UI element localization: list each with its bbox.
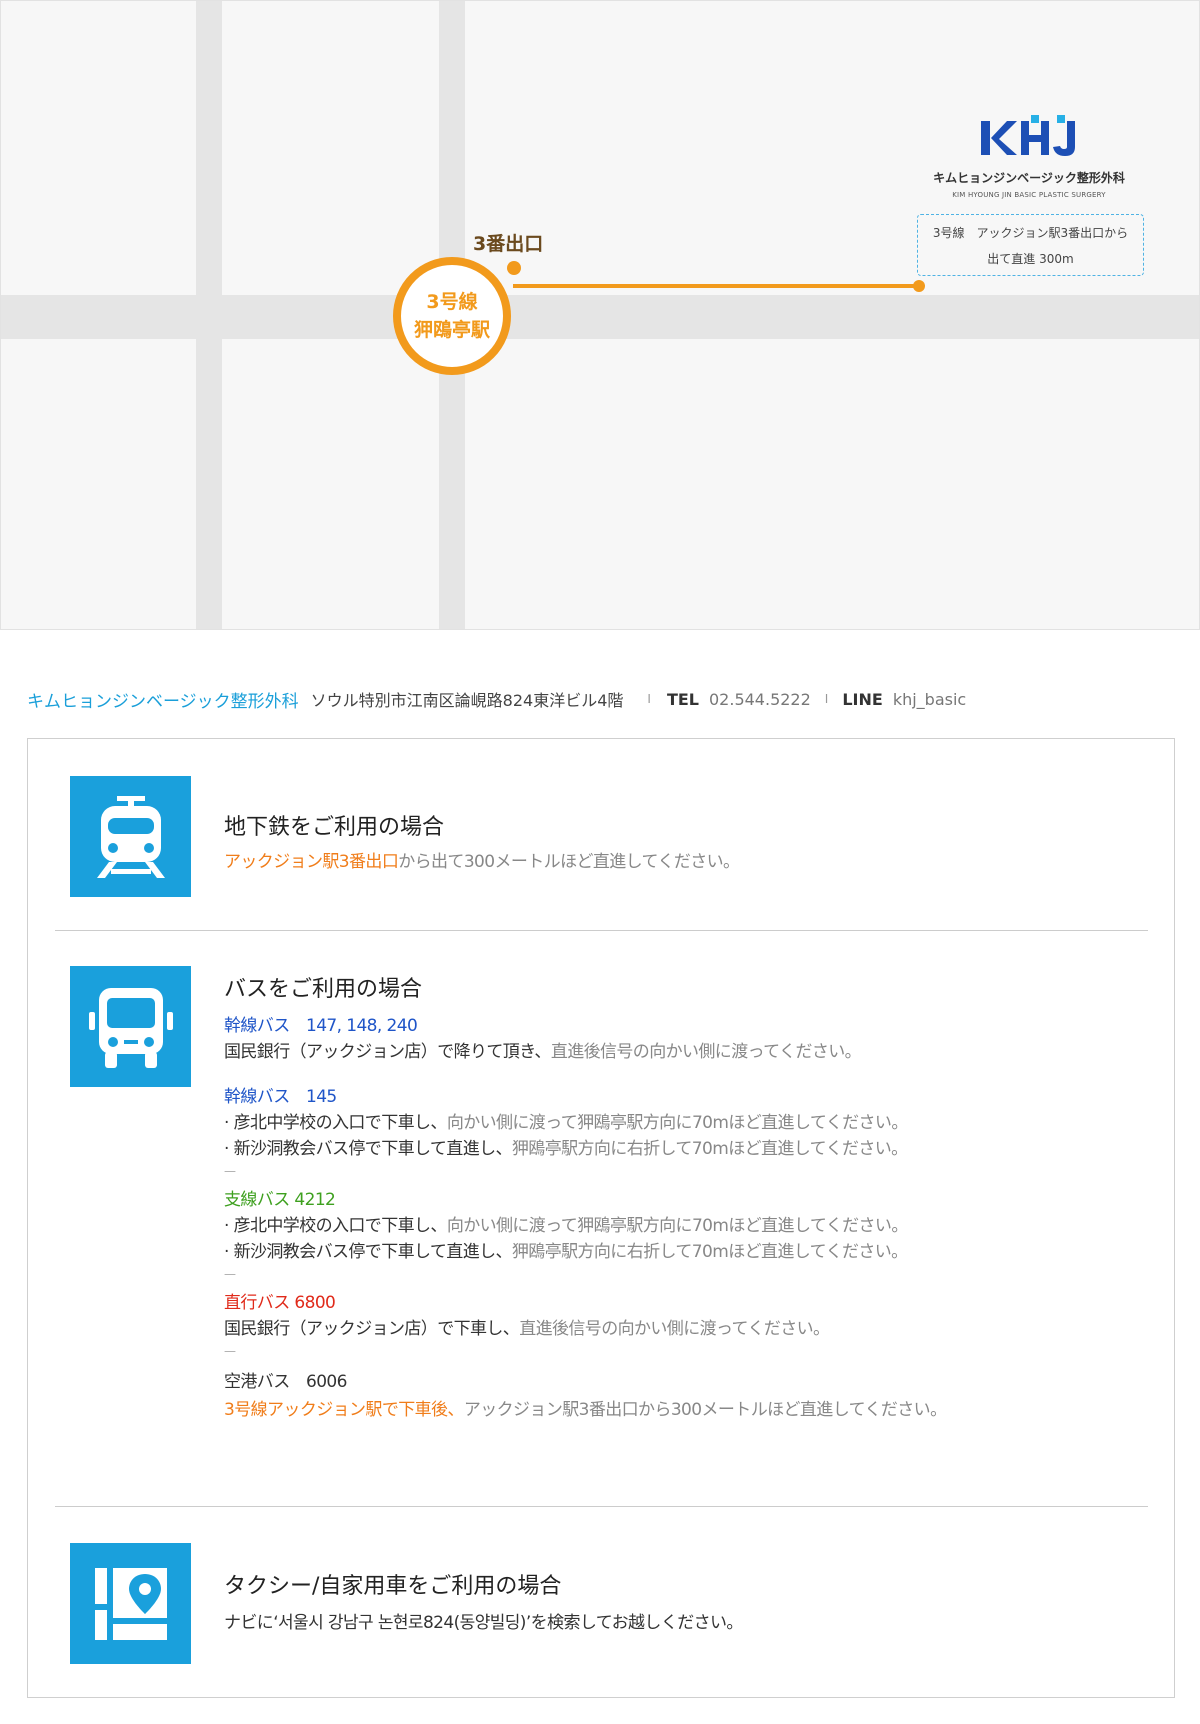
- line-label: LINE: [842, 689, 883, 709]
- text-segment: · 新沙洞教会バス停で下車して直進し、: [224, 1139, 513, 1159]
- clinic-logo-subtitle: KIM HYOUNG JIN BASIC PLASTIC SURGERY: [952, 191, 1106, 199]
- subway-title: 地下鉄をご利用の場合: [224, 815, 445, 840]
- subway-highlight: アックジョン駅3番出口: [224, 852, 399, 872]
- text-segment: 狎鴎亭駅方向に右折して70mほど直進してください。: [511, 1139, 908, 1159]
- bus-icon: [88, 987, 173, 1068]
- text-segment: · 彦北中学校の入口で下車し、: [224, 1216, 447, 1236]
- section-divider: [55, 1506, 1148, 1507]
- train-icon: [96, 795, 165, 878]
- bus-icon-box: [70, 966, 191, 1087]
- trunk-bus-text: 国民銀行（アックジョン店）で降りて頂き、直進後信号の向かい側に渡ってください。: [224, 1037, 862, 1062]
- exit-marker: [507, 261, 521, 275]
- express-bus-text: 国民銀行（アックジョン店）で下車し、直進後信号の向かい側に渡ってください。: [224, 1314, 830, 1339]
- station-line: 3号線: [426, 291, 478, 313]
- direction-callout: 3号線 アックジョン駅3番出口から 出て直進 300m: [917, 214, 1144, 276]
- route-line: [513, 284, 919, 288]
- express-bus-label: 直行バス 6800: [224, 1293, 336, 1313]
- text-segment: 直進後信号の向かい側に渡ってください。: [519, 1319, 830, 1339]
- separator: I: [647, 692, 651, 706]
- exit-label: 3番出口: [473, 233, 544, 255]
- branch-bus-text: · 新沙洞教会バス停で下車して直進し、狎鴎亭駅方向に右折して70mほど直進してく…: [224, 1237, 908, 1262]
- callout-line: 3号線 アックジョン駅3番出口から: [932, 226, 1129, 240]
- map-road: [1, 295, 1199, 339]
- map-pin-icon: [94, 1567, 167, 1640]
- dash-separator: —: [224, 1164, 236, 1178]
- access-info-box: 地下鉄をご利用の場合 アックジョン駅3番出口から出て300メートルほど直進してく…: [27, 738, 1175, 1698]
- airport-bus-label: 空港バス 6006: [224, 1372, 347, 1392]
- text-segment: 直進後信号の向かい側に渡ってください。: [550, 1042, 862, 1062]
- text-segment: 国民銀行（アックジョン店）で降りて頂き、: [224, 1042, 551, 1062]
- clinic-name: キムヒョンジンベージック整形外科: [27, 691, 299, 712]
- text-segment: アックジョン駅3番出口から300メートルほど直進してください。: [463, 1400, 947, 1420]
- taxi-text: ナビに‘서울시 강남구 논현로824(동양빌딩)’を検索してお越しください。: [224, 1613, 743, 1633]
- branch-bus-text: · 彦北中学校の入口で下車し、向かい側に渡って狎鴎亭駅方向に70mほど直進してく…: [224, 1211, 908, 1236]
- airport-bus-text: 3号線アックジョン駅で下車後、アックジョン駅3番出口から300メートルほど直進し…: [224, 1395, 947, 1420]
- tel-label: TEL: [666, 689, 699, 709]
- location-map: 3番出口 3号線 狎鴎亭駅 キムヒョンジンベージック整形外科 KIM HYOUN…: [0, 0, 1200, 630]
- trunk-bus-text: · 彦北中学校の入口で下車し、向かい側に渡って狎鴎亭駅方向に70mほど直進してく…: [224, 1108, 908, 1133]
- separator: I: [824, 692, 829, 706]
- text-segment: · 彦北中学校の入口で下車し、: [224, 1113, 447, 1133]
- dash-separator: —: [224, 1344, 236, 1358]
- taxi-title: タクシー/自家用車をご利用の場合: [224, 1574, 562, 1599]
- bus-title: バスをご利用の場合: [224, 977, 423, 1002]
- line-id: khj_basic: [892, 689, 967, 709]
- trunk-bus-label: 幹線バス 147, 148, 240: [224, 1016, 418, 1036]
- text-segment: 国民銀行（アックジョン店）で下車し、: [224, 1319, 520, 1339]
- text-segment: 向かい側に渡って狎鴎亭駅方向に70mほど直進してください。: [446, 1113, 909, 1133]
- destination-marker: [913, 280, 925, 292]
- section-divider: [55, 930, 1148, 931]
- subway-icon-box: [70, 776, 191, 897]
- station-marker: 3号線 狎鴎亭駅: [393, 257, 511, 375]
- subway-rest: から出て300メートルほど直進してください。: [398, 852, 740, 872]
- callout-line: 出て直進 300m: [987, 252, 1074, 266]
- subway-text: アックジョン駅3番出口から出て300メートルほど直進してください。: [224, 847, 740, 872]
- text-segment: · 新沙洞教会バス停で下車して直進し、: [224, 1242, 513, 1262]
- clinic-logo-name: キムヒョンジンベージック整形外科: [933, 171, 1125, 185]
- station-name: 狎鴎亭駅: [413, 319, 490, 341]
- dash-separator: —: [224, 1267, 236, 1281]
- tel-number[interactable]: 02.544.5222: [709, 690, 811, 709]
- khj-logo-icon: [981, 115, 1075, 156]
- branch-bus-label: 支線バス 4212: [224, 1190, 336, 1210]
- address-bar: キムヒョンジンベージック整形外科 ソウル特別市江南区論峴路824東洋ビル4階 I…: [27, 686, 966, 712]
- clinic-address: ソウル特別市江南区論峴路824東洋ビル4階: [310, 691, 624, 710]
- text-segment: 3号線アックジョン駅で下車後、: [224, 1400, 464, 1420]
- taxi-icon-box: [70, 1543, 191, 1664]
- text-segment: 狎鴎亭駅方向に右折して70mほど直進してください。: [511, 1242, 908, 1262]
- trunk-bus-label: 幹線バス 145: [224, 1087, 337, 1107]
- trunk-bus-text: · 新沙洞教会バス停で下車して直進し、狎鴎亭駅方向に右折して70mほど直進してく…: [224, 1134, 908, 1159]
- text-segment: 向かい側に渡って狎鴎亭駅方向に70mほど直進してください。: [446, 1216, 909, 1236]
